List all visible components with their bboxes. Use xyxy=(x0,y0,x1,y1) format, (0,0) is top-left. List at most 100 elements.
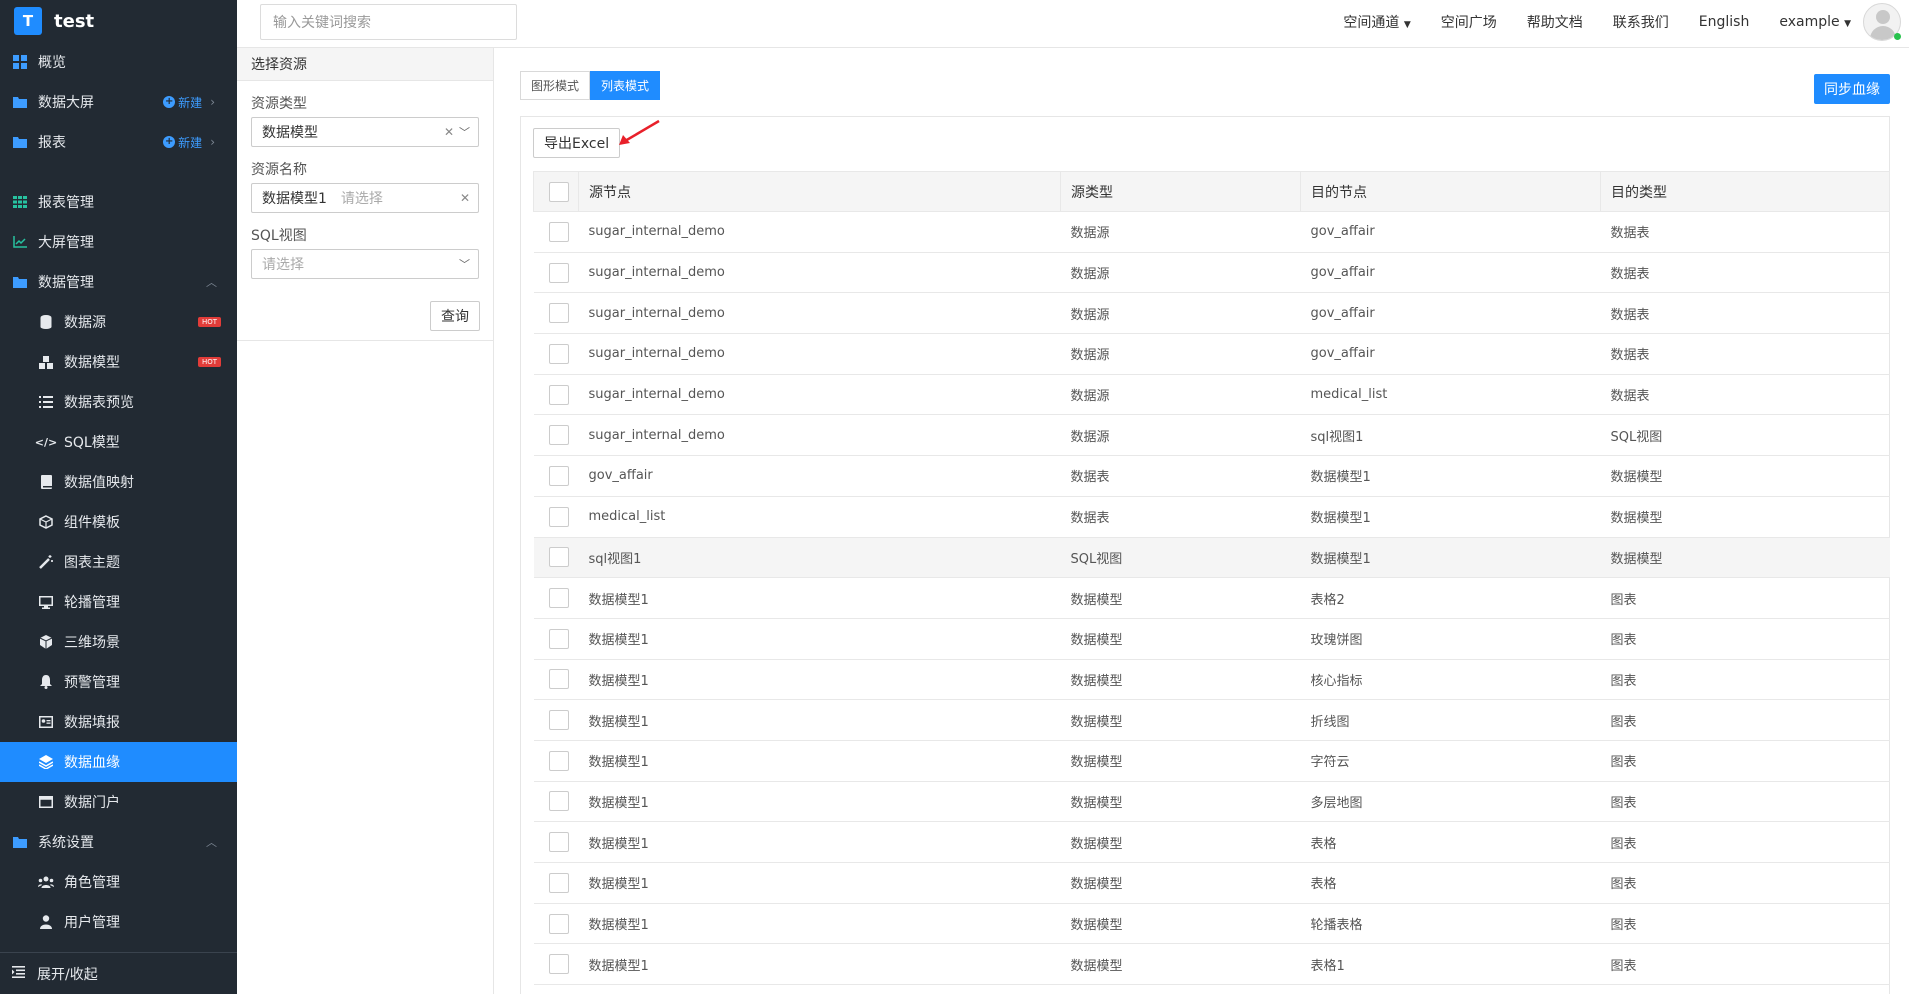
sidebar-item-3d-scene[interactable]: 三维场景 xyxy=(0,622,237,662)
table-row[interactable]: 数据模型1 数据模型 字符云 图表 xyxy=(533,740,1890,782)
cell-source-type: 数据表 xyxy=(1060,496,1301,538)
table-row[interactable]: sugar_internal_demo 数据源 medical_list 数据表 xyxy=(533,374,1890,416)
sidebar-item-data-lineage[interactable]: 数据血缘 xyxy=(0,742,237,782)
resource-name-select[interactable]: 数据模型1 请选择 ✕ xyxy=(251,183,479,213)
sidebar-item-data-management[interactable]: 数据管理 ︿ xyxy=(0,262,237,302)
sidebar-item-label: 数据模型 xyxy=(64,355,120,371)
sidebar-item-carousel[interactable]: 轮播管理 xyxy=(0,582,237,622)
sidebar-item-table-preview[interactable]: 数据表预览 xyxy=(0,382,237,422)
sidebar-item-screen-management[interactable]: 大屏管理 xyxy=(0,222,237,262)
new-report-link[interactable]: + 新建 › xyxy=(163,134,215,151)
sidebar-item-alert[interactable]: 预警管理 xyxy=(0,662,237,702)
new-dashboard-link[interactable]: + 新建 › xyxy=(163,94,215,111)
row-checkbox[interactable] xyxy=(548,710,569,731)
table-row[interactable]: 数据模型1 数据模型 折线图 图表 xyxy=(533,699,1890,741)
column-header-target-node[interactable]: 目的节点 xyxy=(1300,171,1601,212)
top-nav-language[interactable]: English xyxy=(1699,14,1750,30)
row-checkbox[interactable] xyxy=(548,628,569,649)
search-input[interactable]: 输入关键词搜索 xyxy=(260,4,517,40)
sidebar-item-role-management[interactable]: 角色管理 xyxy=(0,862,237,902)
table-row[interactable]: sql视图1 SQL视图 数据模型1 数据模型 xyxy=(533,537,1890,579)
row-checkbox[interactable] xyxy=(548,547,569,568)
table-row[interactable]: sugar_internal_demo 数据源 sql视图1 SQL视图 xyxy=(533,414,1890,457)
sidebar-toggle[interactable]: 展开/收起 xyxy=(0,952,237,994)
sidebar-item-data-fill[interactable]: 数据填报 xyxy=(0,702,237,742)
row-checkbox[interactable] xyxy=(548,954,569,975)
table-row[interactable]: sugar_internal_demo 数据源 gov_affair 数据表 xyxy=(533,211,1890,253)
row-checkbox[interactable] xyxy=(548,913,569,934)
sidebar-item-report[interactable]: 报表 + 新建 › xyxy=(0,122,237,162)
sidebar-item-sql-model[interactable]: </> SQL模型 xyxy=(0,422,237,462)
table-row[interactable]: 数据模型1 数据模型 多层地图 图表 xyxy=(533,781,1890,823)
table-row[interactable]: sugar_internal_demo 数据源 gov_affair 数据表 xyxy=(533,252,1890,294)
sidebar-item-chart-theme[interactable]: 图表主题 xyxy=(0,542,237,582)
table-row[interactable]: 数据模型1 数据模型 表格 图表 xyxy=(533,862,1890,904)
sidebar-item-label: 数据填报 xyxy=(64,715,120,731)
row-checkbox[interactable] xyxy=(548,791,569,812)
row-checkbox[interactable] xyxy=(548,303,569,324)
brand[interactable]: T test xyxy=(0,0,237,42)
folder-icon xyxy=(12,94,28,110)
sidebar-item-component-template[interactable]: 组件模板 xyxy=(0,502,237,542)
sql-view-label: SQL视图 xyxy=(251,228,307,244)
sidebar-item-system-settings[interactable]: 系统设置 ︿ xyxy=(0,822,237,862)
table-row[interactable]: sugar_internal_demo 数据源 gov_affair 数据表 xyxy=(533,292,1890,335)
table-row[interactable]: 数据模型1 数据模型 轮播表格 图表 xyxy=(533,903,1890,945)
row-checkbox[interactable] xyxy=(548,425,569,446)
row-checkbox[interactable] xyxy=(548,384,569,405)
sync-lineage-button[interactable]: 同步血缘 xyxy=(1814,74,1890,104)
sidebar-item-value-mapping[interactable]: 数据值映射 xyxy=(0,462,237,502)
row-checkbox[interactable] xyxy=(548,262,569,283)
sidebar-item-user-management[interactable]: 用户管理 xyxy=(0,902,237,942)
query-button[interactable]: 查询 xyxy=(430,301,480,331)
column-header-target-type[interactable]: 目的类型 xyxy=(1600,171,1890,212)
row-checkbox[interactable] xyxy=(548,506,569,527)
table-row[interactable]: 数据模型1 数据模型 表格2 图表 xyxy=(533,577,1890,619)
row-checkbox[interactable] xyxy=(548,588,569,609)
cell-target-type: 图表 xyxy=(1600,862,1890,904)
row-checkbox[interactable] xyxy=(548,832,569,853)
cell-source-node: sugar_internal_demo xyxy=(578,211,1061,253)
row-checkbox[interactable] xyxy=(548,343,569,364)
sidebar-item-datasource[interactable]: 数据源 HOT xyxy=(0,302,237,342)
table-row[interactable]: 数据模型1 数据模型 玫瑰饼图 图表 xyxy=(533,618,1890,660)
top-nav-space-square[interactable]: 空间广场 xyxy=(1441,12,1497,32)
row-checkbox[interactable] xyxy=(548,221,569,242)
top-nav-contact[interactable]: 联系我们 xyxy=(1613,12,1669,32)
sql-view-select[interactable]: 请选择 ﹀ xyxy=(251,249,479,279)
row-checkbox[interactable] xyxy=(548,750,569,771)
sidebar-item-data-portal[interactable]: 数据门户 xyxy=(0,782,237,822)
cell-target-node: 表格 xyxy=(1300,862,1601,904)
table-row[interactable]: 数据模型1 数据模型 核心指标 图表 xyxy=(533,659,1890,701)
cell-target-node: 数据模型1 xyxy=(1300,455,1601,497)
sidebar-item-dashboard[interactable]: 数据大屏 + 新建 › xyxy=(0,82,237,122)
row-checkbox[interactable] xyxy=(548,465,569,486)
sidebar-item-label: 数据源 xyxy=(64,315,106,331)
top-nav-user-menu[interactable]: example ▼ xyxy=(1779,14,1851,30)
top-nav-help-docs[interactable]: 帮助文档 xyxy=(1527,12,1583,32)
table-row[interactable]: 数据模型1 数据模型 表格1 图表 xyxy=(533,943,1890,986)
tab-graph-mode[interactable]: 图形模式 xyxy=(520,71,591,100)
table-row[interactable]: 数据模型1 数据模型 表格 图表 xyxy=(533,821,1890,863)
sidebar-item-overview[interactable]: 概览 xyxy=(0,42,237,82)
cell-target-type: 图表 xyxy=(1600,821,1890,863)
sidebar-item-label: 预警管理 xyxy=(64,675,120,691)
row-checkbox[interactable] xyxy=(548,669,569,690)
sidebar-item-report-management[interactable]: 报表管理 xyxy=(0,182,237,222)
table-row[interactable]: sugar_internal_demo 数据源 gov_affair 数据表 xyxy=(533,333,1890,375)
column-header-source-node[interactable]: 源节点 xyxy=(578,171,1061,212)
row-checkbox[interactable] xyxy=(548,872,569,893)
clear-icon[interactable]: ✕ xyxy=(444,125,454,139)
cell-target-node: medical_list xyxy=(1300,374,1601,416)
tab-list-mode[interactable]: 列表模式 xyxy=(590,71,661,100)
export-excel-button[interactable]: 导出Excel xyxy=(533,128,621,158)
cubes-icon xyxy=(38,354,54,370)
select-all-checkbox[interactable] xyxy=(549,181,569,202)
table-row[interactable]: gov_affair 数据表 数据模型1 数据模型 xyxy=(533,455,1890,497)
table-row[interactable]: medical_list 数据表 数据模型1 数据模型 xyxy=(533,496,1890,538)
clear-icon[interactable]: ✕ xyxy=(460,191,470,205)
sidebar-item-data-model[interactable]: 数据模型 HOT xyxy=(0,342,237,382)
column-header-source-type[interactable]: 源类型 xyxy=(1060,171,1301,212)
top-nav-space-channel[interactable]: 空间通道 ▼ xyxy=(1343,12,1410,32)
resource-type-select[interactable]: 数据模型 ✕ ﹀ xyxy=(251,117,479,147)
